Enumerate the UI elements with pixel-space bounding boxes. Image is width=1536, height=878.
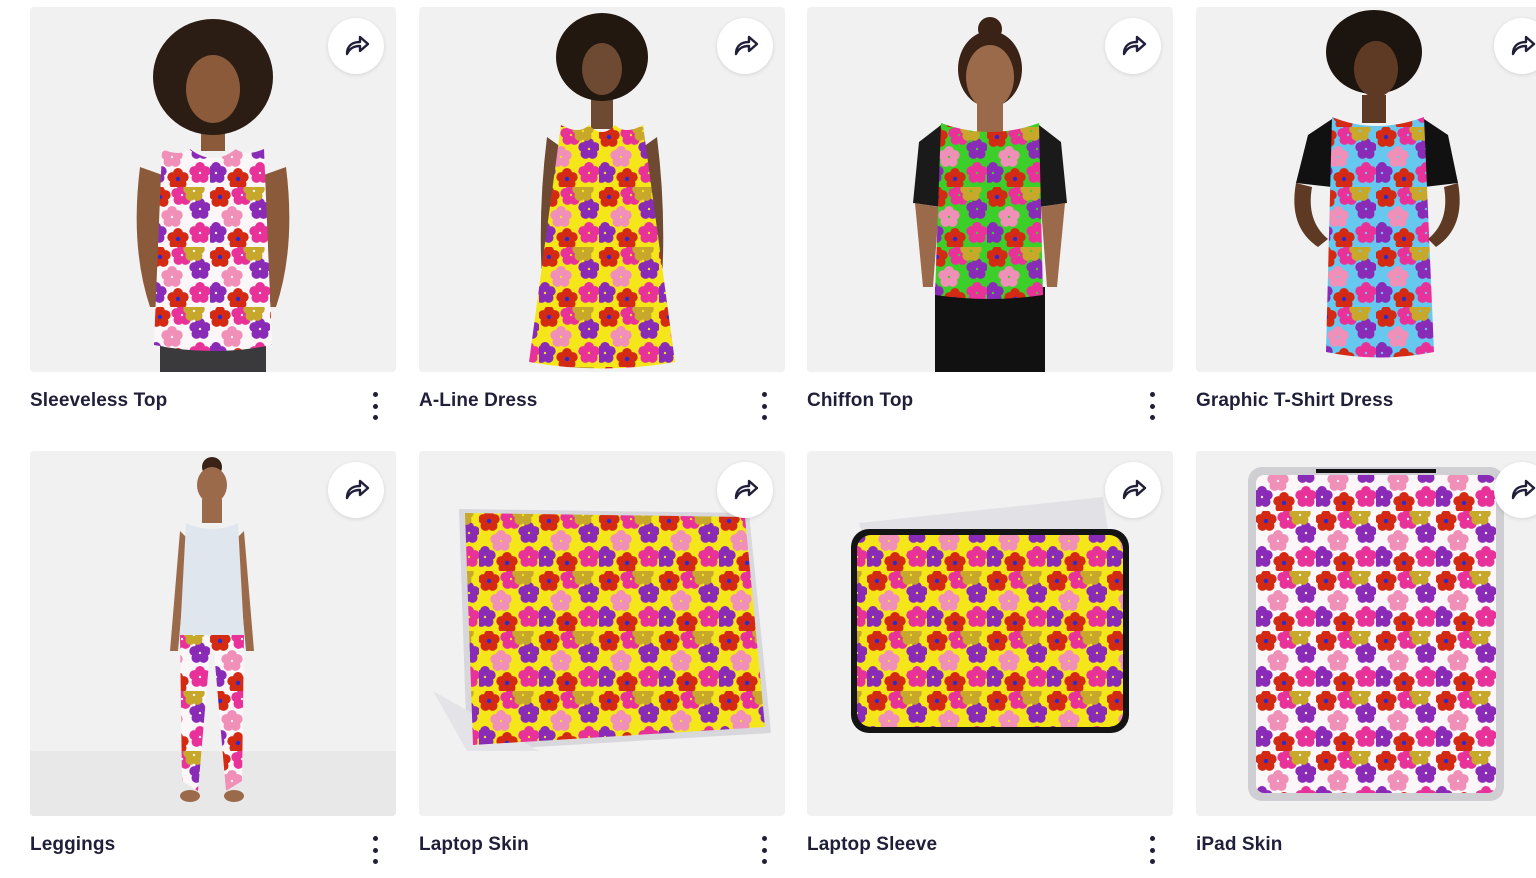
product-title[interactable]: Graphic T-Shirt Dress <box>1196 390 1393 412</box>
more-options-button[interactable] <box>1145 836 1159 864</box>
share-arrow-icon <box>734 479 759 500</box>
share-button[interactable] <box>328 18 384 74</box>
product-title[interactable]: Laptop Sleeve <box>807 834 937 856</box>
product-title[interactable]: Chiffon Top <box>807 390 913 412</box>
product-title[interactable]: iPad Skin <box>1196 834 1282 856</box>
more-options-button[interactable] <box>368 836 382 864</box>
product-title[interactable]: Sleeveless Top <box>30 390 167 412</box>
ipad-skin-photo <box>1196 451 1536 816</box>
more-vertical-icon <box>761 392 767 397</box>
product-image[interactable] <box>1196 451 1536 816</box>
more-options-button[interactable] <box>757 392 771 420</box>
more-options-button[interactable] <box>368 392 382 420</box>
product-title[interactable]: A-Line Dress <box>419 390 537 412</box>
product-card[interactable]: Laptop Sleeve <box>807 451 1173 876</box>
share-arrow-icon <box>345 35 370 56</box>
model-photo <box>1196 7 1536 372</box>
more-vertical-icon <box>1149 836 1155 841</box>
share-arrow-icon <box>1511 479 1536 500</box>
more-options-button[interactable] <box>1145 392 1159 420</box>
share-button[interactable] <box>717 18 773 74</box>
share-button[interactable] <box>1105 18 1161 74</box>
product-image[interactable] <box>419 7 785 372</box>
share-arrow-icon <box>1122 35 1147 56</box>
product-card[interactable]: A-Line Dress <box>419 7 785 432</box>
product-card[interactable]: Chiffon Top <box>807 7 1173 432</box>
share-button[interactable] <box>717 462 773 518</box>
share-button[interactable] <box>328 462 384 518</box>
more-vertical-icon <box>1149 392 1155 397</box>
share-arrow-icon <box>345 479 370 500</box>
share-button[interactable] <box>1105 462 1161 518</box>
product-card[interactable]: Sleeveless Top <box>30 7 396 432</box>
more-options-button[interactable] <box>757 836 771 864</box>
share-arrow-icon <box>1122 479 1147 500</box>
product-title[interactable]: Laptop Skin <box>419 834 529 856</box>
more-vertical-icon <box>372 392 378 397</box>
product-card[interactable]: Laptop Skin <box>419 451 785 876</box>
product-title[interactable]: Leggings <box>30 834 115 856</box>
share-arrow-icon <box>734 35 759 56</box>
product-image[interactable] <box>807 451 1173 816</box>
product-image[interactable] <box>30 451 396 816</box>
share-arrow-icon <box>1511 35 1536 56</box>
more-vertical-icon <box>372 836 378 841</box>
product-card[interactable]: iPad Skin <box>1196 451 1536 876</box>
product-image[interactable] <box>30 7 396 372</box>
product-image[interactable] <box>419 451 785 816</box>
product-image[interactable] <box>807 7 1173 372</box>
product-image[interactable] <box>1196 7 1536 372</box>
product-card[interactable]: Graphic T-Shirt Dress <box>1196 7 1536 432</box>
more-vertical-icon <box>761 836 767 841</box>
product-card[interactable]: Leggings <box>30 451 396 876</box>
